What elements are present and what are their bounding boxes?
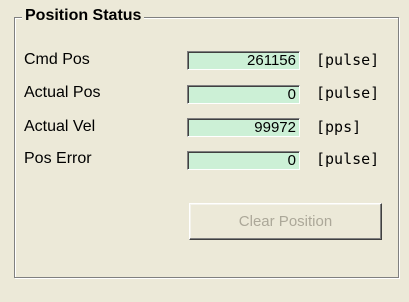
pos-error-field[interactable]: 0 — [187, 151, 300, 170]
cmd-pos-unit: [pulse] — [316, 51, 380, 69]
cmd-pos-label: Cmd Pos — [24, 51, 90, 68]
group-title: Position Status — [22, 6, 145, 26]
pos-error-label: Pos Error — [24, 150, 92, 167]
actual-pos-unit: [pulse] — [316, 84, 380, 102]
clear-position-button[interactable]: Clear Position — [189, 203, 382, 240]
pos-error-unit: [pulse] — [316, 150, 380, 168]
actual-vel-label: Actual Vel — [24, 118, 96, 135]
actual-vel-unit: [pps] — [316, 118, 362, 136]
cmd-pos-field[interactable]: 261156 — [187, 51, 300, 70]
actual-vel-field[interactable]: 99972 — [187, 118, 300, 137]
actual-pos-label: Actual Pos — [24, 84, 101, 101]
actual-pos-field[interactable]: 0 — [187, 85, 300, 104]
